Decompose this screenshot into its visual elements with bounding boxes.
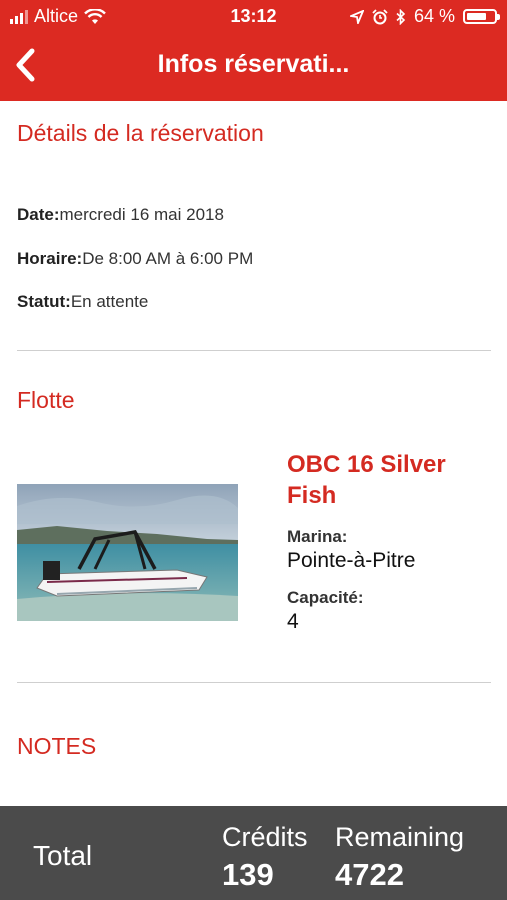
schedule-row: Horaire:De 8:00 AM à 6:00 PM — [17, 249, 253, 269]
boat-photo[interactable] — [17, 484, 238, 621]
marina-value: Pointe-à-Pitre — [287, 549, 416, 572]
reservation-section-title: Détails de la réservation — [17, 120, 264, 146]
battery-percent: 64 % — [413, 6, 455, 26]
alarm-icon — [372, 8, 388, 24]
divider — [17, 350, 491, 351]
boat-name[interactable]: OBC 16 Silver Fish — [287, 449, 487, 511]
remaining-column: Remaining 4722 — [335, 822, 464, 893]
fleet-section-title: Flotte — [17, 387, 75, 413]
totals-footer: Total Crédits 139 Remaining 4722 — [0, 806, 507, 900]
divider — [17, 682, 491, 683]
notes-section-title: NOTES — [17, 733, 97, 759]
remaining-label: Remaining — [335, 822, 465, 852]
capacity-value: 4 — [287, 610, 299, 633]
page-title: Infos réservati... — [157, 50, 350, 78]
status-label: Statut: — [17, 292, 71, 311]
date-value: mercredi 16 mai 2018 — [59, 205, 224, 224]
credits-column: Crédits 139 — [222, 822, 308, 893]
status-row: Statut:En attente — [17, 292, 148, 312]
status-value: En attente — [70, 292, 149, 311]
status-right: 64 % — [349, 6, 500, 27]
app-header: Altice 13:12 64 % Infos réservati... — [0, 0, 507, 101]
marina-label: Marina: — [287, 527, 348, 546]
schedule-value: De 8:00 AM à 6:00 PM — [82, 249, 254, 268]
credits-label: Crédits — [222, 822, 308, 852]
capacity-label: Capacité: — [287, 588, 364, 607]
battery-icon — [463, 9, 500, 24]
bluetooth-icon — [396, 8, 406, 25]
remaining-value: 4722 — [335, 857, 404, 892]
location-arrow-icon — [349, 9, 364, 24]
status-bar: Altice 13:12 64 % — [0, 0, 507, 34]
schedule-label: Horaire: — [17, 249, 83, 268]
credits-value: 139 — [222, 857, 274, 892]
date-label: Date: — [17, 205, 60, 224]
total-label: Total — [33, 840, 93, 871]
date-row: Date:mercredi 16 mai 2018 — [17, 205, 224, 225]
